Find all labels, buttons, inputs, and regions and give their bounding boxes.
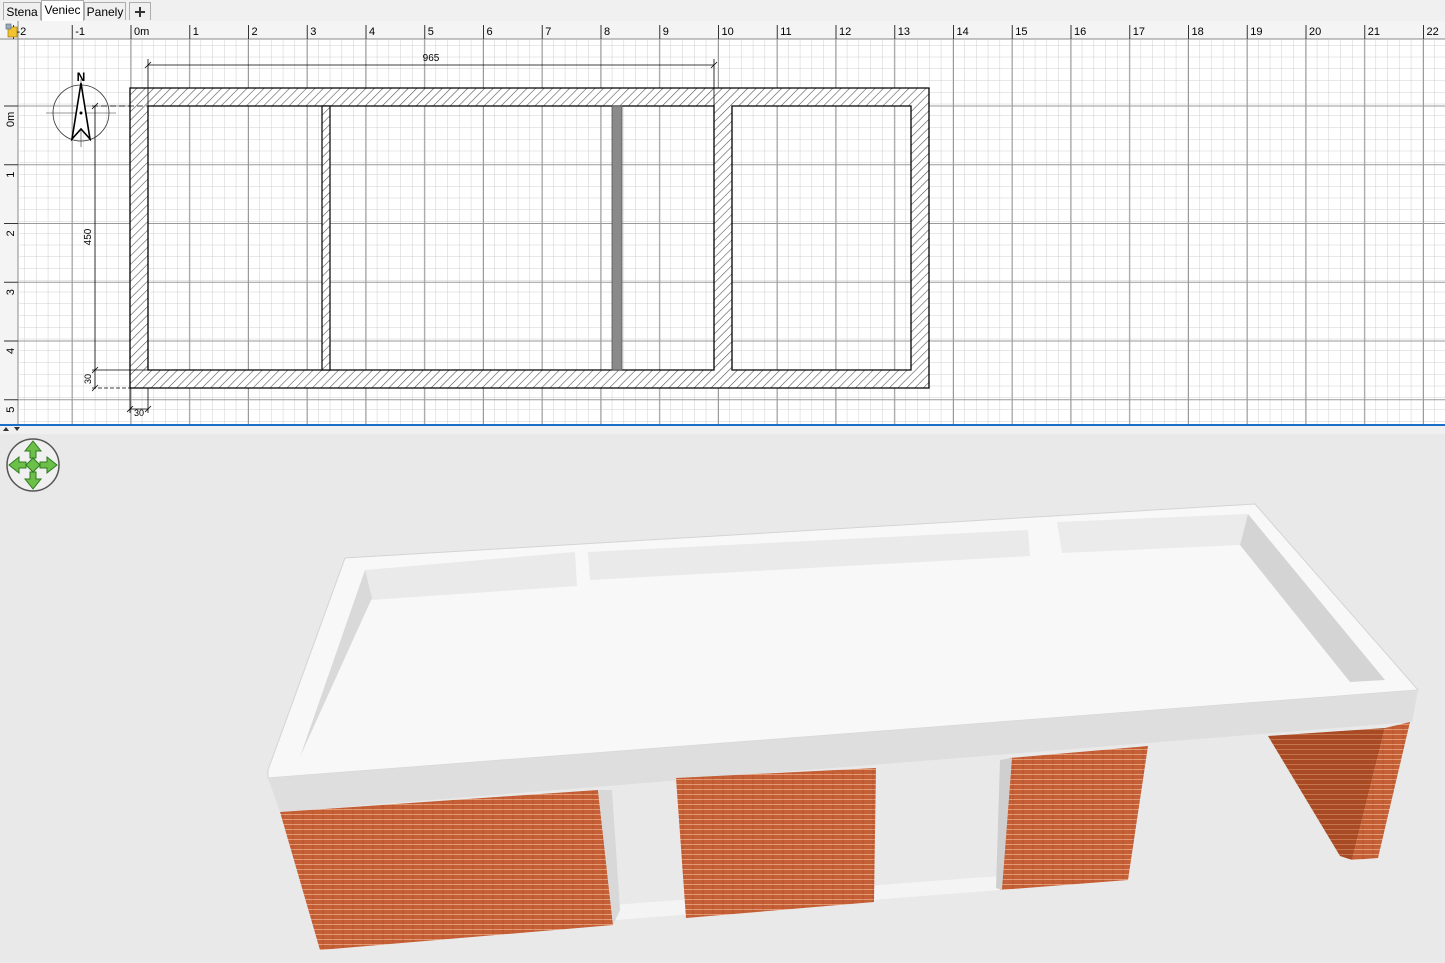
ruler-x-tick-label: 10: [722, 26, 734, 38]
ruler-x-tick-label: 9: [663, 26, 669, 38]
tab-bar: Stena Veniec Panely: [0, 0, 1445, 22]
ruler-x-tick-label: 0m: [134, 26, 149, 38]
ruler-x-tick-label: 2: [252, 26, 258, 38]
ruler-y-tick-label: 2: [5, 230, 17, 236]
3d-view[interactable]: [0, 434, 1445, 963]
view-splitter[interactable]: [0, 424, 1445, 434]
ruler-x-tick-label: 19: [1250, 26, 1262, 38]
dimension-wall-vertical-label: 30: [83, 374, 93, 384]
interior-wall[interactable]: [321, 105, 331, 371]
beam[interactable]: [611, 105, 623, 371]
tab-stena[interactable]: Stena: [3, 2, 41, 20]
ruler-x-tick-label: 1: [193, 26, 199, 38]
tab-panely[interactable]: Panely: [84, 2, 126, 20]
3d-canvas[interactable]: [0, 434, 1445, 963]
add-tab-button[interactable]: [129, 2, 151, 20]
ruler-vertical: [0, 21, 18, 424]
ruler-x-tick-label: 13: [898, 26, 910, 38]
ruler-x-tick-label: 15: [1015, 26, 1027, 38]
ruler-x-tick-label: 8: [604, 26, 610, 38]
front-wall-left: [280, 790, 613, 950]
splitter-arrows-icon[interactable]: [0, 426, 30, 434]
tab-veniec[interactable]: Veniec: [41, 0, 84, 21]
ruler-y-tick-label: 4: [5, 348, 17, 354]
plan-canvas[interactable]: -2 -1 0m 1 2 3 4 5 6 7 8 9 10 11 12 13 14 15 16 17 18 19 20 21 2…: [0, 21, 1445, 424]
ruler-x-tick-label: 20: [1309, 26, 1321, 38]
ruler-x-tick-label: 17: [1133, 26, 1145, 38]
ruler-x-tick-label: 6: [487, 26, 493, 38]
dimension-wall-horizontal-label: 30: [134, 408, 144, 418]
dimension-height-label: 450: [83, 228, 94, 245]
ruler-x-tick-label: 22: [1427, 26, 1439, 38]
ruler-x-tick-label: 5: [428, 26, 434, 38]
ruler-x-tick-label: 4: [369, 26, 375, 38]
ruler-x-tick-label: 3: [310, 26, 316, 38]
ruler-y-tick-label: 0m: [5, 112, 17, 127]
dimension-width-label: 965: [423, 53, 440, 64]
plan-view[interactable]: -2 -1 0m 1 2 3 4 5 6 7 8 9 10 11 12 13 14 15 16 17 18 19 20 21 2…: [0, 21, 1445, 424]
ruler-x-tick-label: 21: [1368, 26, 1380, 38]
ruler-x-tick-label: 11: [780, 26, 791, 38]
ruler-x-tick-label: 14: [957, 26, 969, 38]
front-wall-right: [1000, 746, 1148, 890]
ruler-y-tick-label: 1: [5, 172, 17, 178]
front-wall-center: [676, 768, 876, 918]
ruler-x-tick-label: 12: [839, 26, 851, 38]
ruler-x-tick-label: 7: [545, 26, 551, 38]
ruler-y-tick-label: 5: [5, 407, 17, 413]
navigation-arrows-icon[interactable]: [6, 438, 60, 492]
plus-icon: [135, 7, 145, 17]
ruler-x-tick-label: -1: [75, 26, 85, 38]
compass-north-label: N: [77, 70, 86, 84]
ruler-x-tick-label: 16: [1074, 26, 1086, 38]
ruler-x-tick-label: 18: [1192, 26, 1204, 38]
ruler-y-tick-label: 3: [5, 289, 17, 295]
ruler-x-tick-label: -2: [17, 26, 27, 38]
